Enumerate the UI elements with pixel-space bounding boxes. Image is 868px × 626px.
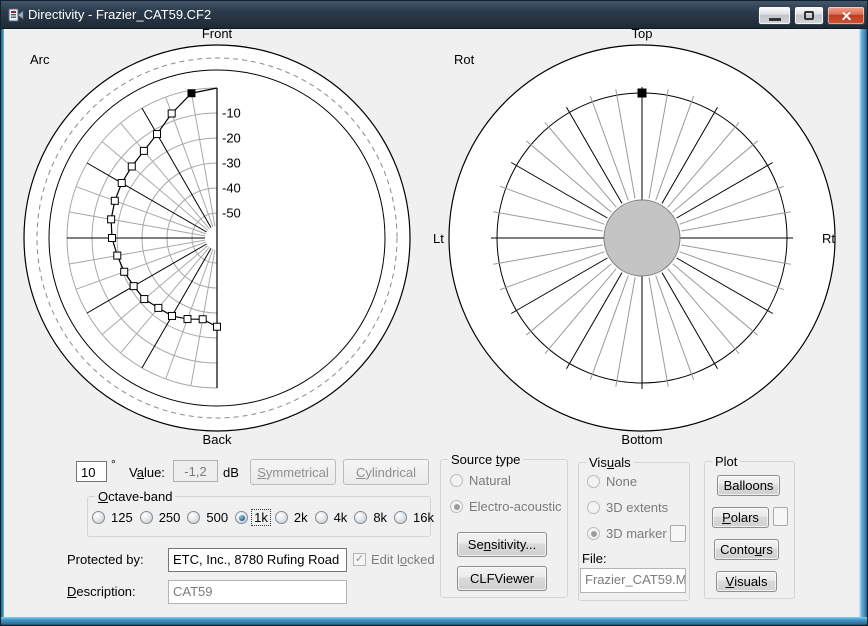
- file-label: File:: [582, 551, 607, 566]
- polars-button[interactable]: Polars: [712, 507, 769, 528]
- close-button[interactable]: [827, 6, 865, 25]
- radio-label: 16k: [411, 510, 436, 525]
- value-display: -1,2: [173, 460, 218, 482]
- clfviewer-button[interactable]: CLFViewer: [457, 566, 547, 591]
- description-label: Description:: [67, 584, 136, 599]
- radio-16k[interactable]: 16k: [394, 510, 436, 525]
- radio-circle[interactable]: [140, 511, 153, 524]
- protected-by-label: Protected by:: [67, 552, 144, 567]
- rot-plot-left-label: Lt: [433, 231, 444, 246]
- maximize-button[interactable]: [794, 6, 824, 25]
- rot-plot-right-label: Rt: [822, 231, 835, 246]
- rot-plot-top-label: Top: [632, 26, 653, 41]
- svg-text:-50: -50: [222, 206, 241, 221]
- radio-circle: [450, 474, 463, 487]
- radio-circle[interactable]: [394, 511, 407, 524]
- edit-locked-label: Edit locked: [371, 552, 435, 567]
- window-border-left: [1, 29, 4, 625]
- radio-label: Electro-acoustic: [467, 499, 563, 514]
- plot-legend: Plot: [712, 454, 740, 469]
- rotation-polar-plot[interactable]: [442, 28, 842, 448]
- radio-label: 3D extents: [604, 500, 670, 515]
- window-border-right: [859, 29, 867, 625]
- radio-2k[interactable]: 2k: [275, 510, 310, 525]
- radio-label: None: [604, 474, 639, 489]
- radio-circle[interactable]: [187, 511, 200, 524]
- maximize-icon: [804, 11, 814, 20]
- svg-text:-40: -40: [222, 181, 241, 196]
- radio-3d-extents: 3D extents: [587, 500, 689, 515]
- radio-circle[interactable]: [315, 511, 328, 524]
- window-border-bottom: [1, 617, 867, 625]
- file-input: Frazier_CAT59.M: [580, 568, 686, 593]
- radio-250[interactable]: 250: [140, 510, 183, 525]
- visuals-legend: Visuals: [586, 455, 634, 470]
- radio-circle: [587, 527, 600, 540]
- radio-label: Natural: [467, 473, 513, 488]
- value-label: Value:: [129, 465, 165, 480]
- window-title: Directivity - Frazier_CAT59.CF2: [28, 7, 211, 22]
- radio-8k[interactable]: 8k: [354, 510, 389, 525]
- source-type-radios: Natural Electro-acoustic: [441, 460, 567, 514]
- visuals-button[interactable]: Visuals: [716, 571, 777, 592]
- rot-plot-bottom-label: Bottom: [621, 432, 662, 447]
- angle-step-input[interactable]: 10: [76, 461, 107, 482]
- arc-plot-back-label: Back: [203, 432, 232, 447]
- db-unit-label: dB: [223, 465, 239, 480]
- octave-band-legend: Octave-band: [95, 489, 175, 504]
- degree-symbol: °: [111, 457, 116, 471]
- protected-by-input[interactable]: ETC, Inc., 8780 Rufing Road: [168, 548, 347, 572]
- close-icon: [840, 9, 853, 22]
- arc-polar-plot[interactable]: -10 -20 -30 -40 -50: [17, 28, 417, 448]
- cylindrical-button: Cylindrical: [343, 459, 429, 485]
- radio-label: 125: [109, 510, 135, 525]
- svg-text:-20: -20: [222, 131, 241, 146]
- octave-band-group: Octave-band 1252505001k2k4k8k16k: [87, 496, 431, 537]
- minimize-button[interactable]: [758, 6, 791, 25]
- radio-4k[interactable]: 4k: [315, 510, 350, 525]
- sensitivity-button[interactable]: Sensitivity...: [457, 532, 547, 557]
- radio-label: 500: [204, 510, 230, 525]
- radio-500[interactable]: 500: [187, 510, 230, 525]
- radio-circle: [587, 475, 600, 488]
- radio-label: 2k: [292, 510, 310, 525]
- radio-circle[interactable]: [235, 511, 248, 524]
- minimize-icon: [769, 18, 781, 21]
- radio-circle: [450, 500, 463, 513]
- radio-125[interactable]: 125: [92, 510, 135, 525]
- source-type-legend: Source type: [448, 452, 523, 467]
- radio-circle: [587, 501, 600, 514]
- arc-plot-corner-label: Arc: [30, 52, 50, 67]
- radio-none: None: [587, 474, 689, 489]
- app-icon: [8, 7, 24, 23]
- radio-label: 8k: [371, 510, 389, 525]
- radio-circle[interactable]: [354, 511, 367, 524]
- titlebar[interactable]: Directivity - Frazier_CAT59.CF2: [1, 1, 867, 29]
- balloons-button[interactable]: Balloons: [717, 475, 780, 496]
- rot-plot-corner-label: Rot: [454, 52, 474, 67]
- contours-button[interactable]: Contours: [714, 539, 779, 560]
- svg-text:-10: -10: [222, 106, 241, 121]
- radio-natural: Natural: [450, 473, 567, 488]
- radio-circle[interactable]: [92, 511, 105, 524]
- 3d-marker-color-box: [670, 525, 686, 542]
- radio-label: 4k: [332, 510, 350, 525]
- radio-label: 250: [157, 510, 183, 525]
- radio-circle[interactable]: [275, 511, 288, 524]
- radio-label: 3D marker: [604, 526, 669, 541]
- radio-1k[interactable]: 1k: [235, 510, 270, 525]
- symmetrical-button: Symmetrical: [250, 459, 336, 485]
- radio-label: 1k: [252, 510, 270, 525]
- arc-plot-front-label: Front: [202, 26, 232, 41]
- app-window: Directivity - Frazier_CAT59.CF2 -10 -20 -3…: [0, 0, 868, 626]
- svg-text:-30: -30: [222, 156, 241, 171]
- polars-options-button[interactable]: [773, 507, 788, 526]
- radio-electro-acoustic: Electro-acoustic: [450, 499, 567, 514]
- description-input: CAT59: [168, 580, 347, 604]
- edit-locked-checkbox: ✓: [353, 553, 366, 566]
